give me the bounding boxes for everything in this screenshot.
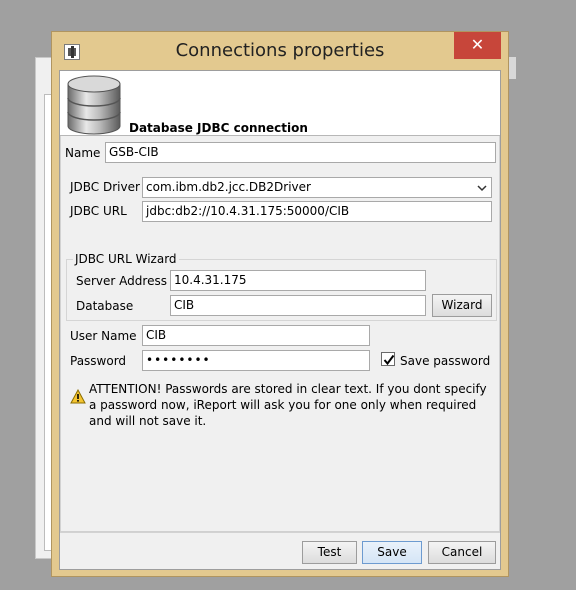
dialog-title: Connections properties	[175, 40, 385, 61]
test-button[interactable]: Test	[302, 541, 357, 564]
dialog-content: Database JDBC connection Name GSB-CIB JD…	[59, 70, 501, 570]
jdbc-driver-label: JDBC Driver	[70, 180, 140, 194]
chevron-down-icon	[477, 185, 487, 192]
database-label: Database	[76, 299, 134, 313]
database-input[interactable]: CIB	[170, 295, 426, 316]
save-password-checkbox[interactable]	[381, 352, 395, 366]
password-warning-text: ATTENTION! Passwords are stored in clear…	[89, 382, 487, 428]
title-bar[interactable]: Connections properties ✕	[52, 32, 508, 70]
name-label: Name	[65, 146, 101, 160]
background-window-edge-right	[508, 57, 516, 79]
dialog-header: Database JDBC connection	[60, 71, 500, 136]
cancel-button[interactable]: Cancel	[428, 541, 496, 564]
username-label: User Name	[70, 329, 137, 343]
jdbc-url-label: JDBC URL	[70, 204, 127, 218]
checkmark-icon	[383, 354, 395, 366]
wizard-button[interactable]: Wizard	[432, 294, 492, 317]
save-button[interactable]: Save	[362, 541, 422, 564]
server-address-label: Server Address	[76, 274, 167, 288]
jdbc-driver-value: com.ibm.db2.jcc.DB2Driver	[146, 180, 311, 194]
server-address-input[interactable]: 10.4.31.175	[170, 270, 426, 291]
jdbc-driver-select[interactable]: com.ibm.db2.jcc.DB2Driver	[142, 177, 492, 198]
username-input[interactable]: CIB	[142, 325, 370, 346]
password-label: Password	[70, 354, 127, 368]
password-input[interactable]: ••••••••	[142, 350, 370, 371]
warning-icon	[70, 389, 86, 404]
name-input[interactable]: GSB-CIB	[105, 142, 496, 163]
jdbc-url-input[interactable]: jdbc:db2://10.4.31.175:50000/CIB	[142, 201, 492, 222]
header-title: Database JDBC connection	[129, 121, 308, 135]
close-button[interactable]: ✕	[454, 32, 501, 59]
database-icon	[67, 75, 121, 135]
connections-properties-dialog: Connections properties ✕ Database JDBC c…	[51, 31, 509, 577]
save-password-label: Save password	[400, 354, 491, 368]
jdbc-url-wizard-title: JDBC URL Wizard	[73, 252, 179, 266]
